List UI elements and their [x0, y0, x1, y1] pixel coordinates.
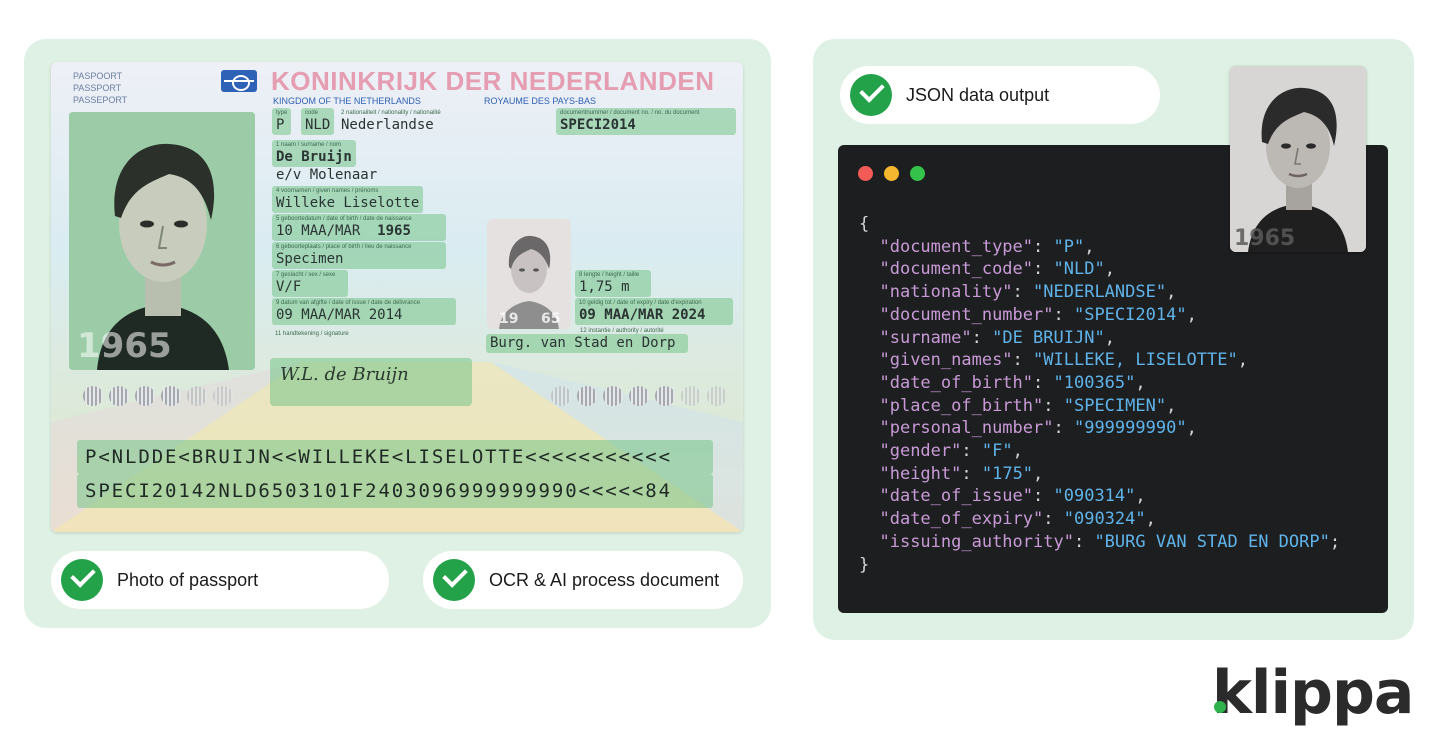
field-document-number: documentnummer / document no. / no. du d… [556, 108, 736, 135]
passport-emblem-icon [221, 70, 257, 92]
json-line: "nationality": "NEDERLANDSE", [879, 282, 1177, 303]
passport-image: PASPOORT PASSPORT PASSEPORT KONINKRIJK D… [51, 62, 743, 532]
field-date-of-issue: 9 datum van afgifte / date of issue / da… [272, 298, 456, 325]
mrz-line-1: P<NLDDE<BRUIJN<<WILLEKE<LISELOTTE<<<<<<<… [77, 440, 713, 474]
json-value: "999999990" [1073, 418, 1187, 439]
json-key: "personal_number" [879, 418, 1054, 439]
window-close-dot-icon [858, 166, 873, 181]
photo-number: 1965 [77, 326, 172, 366]
field-authority: Burg. van Stad en Dorp [486, 334, 688, 353]
json-value: "SPECI2014" [1073, 304, 1187, 325]
field-type: type P [272, 108, 292, 135]
security-dots-right [551, 386, 727, 406]
json-key: "issuing_authority" [879, 531, 1074, 552]
json-line: "given_names": "WILLEKE, LISELOTTE", [879, 350, 1248, 371]
json-key: "surname" [879, 327, 972, 348]
passport-doc-labels: PASPOORT PASSPORT PASSEPORT [73, 71, 128, 105]
json-line: "document_code": "NLD", [879, 259, 1115, 280]
json-value: "175" [981, 463, 1034, 484]
json-line: "date_of_birth": "100365", [879, 372, 1146, 393]
json-key: "document_number" [879, 304, 1054, 325]
json-value: "090324" [1063, 509, 1146, 530]
check-icon [433, 559, 475, 601]
extracted-face-photo: 1965 [1230, 66, 1366, 252]
step-json-output: JSON data output [840, 66, 1160, 124]
json-value: "BURG VAN STAD EN DORP" [1094, 531, 1330, 552]
field-code: code NLD [301, 108, 335, 135]
window-maximize-dot-icon [910, 166, 925, 181]
field-sex: 7 geslacht / sex / sexe V/F [272, 270, 348, 297]
json-line: "place_of_birth": "SPECIMEN", [879, 395, 1177, 416]
window-minimize-dot-icon [884, 166, 899, 181]
json-key: "given_names" [879, 350, 1013, 371]
security-dots-left [83, 386, 233, 406]
field-given-names: 4 voornamen / given names / prénoms Will… [272, 186, 424, 213]
json-line: "issuing_authority": "BURG VAN STAD EN D… [879, 531, 1341, 552]
passport-signature: W.L. de Bruijn [270, 358, 472, 406]
json-value: "090314" [1053, 486, 1136, 507]
json-key: "document_code" [879, 259, 1034, 280]
passport-ghost-photo: 19 65 [487, 219, 571, 329]
passport-country-en: KINGDOM OF THE NETHERLANDS [273, 96, 421, 106]
field-date-of-expiry: 10 geldig tot / date of expiry / date d'… [575, 298, 733, 325]
json-line: "surname": "DE BRUIJN", [879, 327, 1115, 348]
json-value: "F" [981, 441, 1013, 462]
json-key: "height" [879, 463, 962, 484]
field-height: 8 lengte / height / taille 1,75 m [575, 270, 651, 297]
klippa-logo: klippa [1212, 658, 1414, 728]
check-icon [61, 559, 103, 601]
field-place-of-birth: 6 geboorteplaats / place of birth / lieu… [272, 242, 446, 269]
passport-country-fr: ROYAUME DES PAYS-BAS [484, 96, 597, 106]
json-value: "NEDERLANDSE" [1033, 282, 1167, 303]
json-value: "SPECIMEN" [1063, 395, 1167, 416]
json-line: "date_of_issue": "090314", [879, 486, 1146, 507]
json-line: "personal_number": "999999990", [879, 418, 1197, 439]
json-value: "100365" [1053, 372, 1136, 393]
json-value: "WILLEKE, LISELOTTE" [1033, 350, 1238, 371]
json-code-block: { "document_type": "P", "document_code":… [859, 214, 1341, 575]
step-ocr-ai: OCR & AI process document [423, 551, 743, 609]
signature-label: 11 handtekening / signature [275, 331, 349, 337]
json-key: "gender" [879, 441, 962, 462]
json-key: "date_of_birth" [879, 372, 1034, 393]
json-line: "height": "175", [879, 463, 1044, 484]
step-photo-of-passport: Photo of passport [51, 551, 389, 609]
logo-accent-dot [1214, 701, 1226, 713]
field-nationality: 2 nationaliteit / nationality / national… [341, 110, 441, 133]
json-value: "P" [1053, 236, 1085, 257]
json-key: "place_of_birth" [879, 395, 1044, 416]
json-key: "date_of_expiry" [879, 509, 1044, 530]
json-value: "DE BRUIJN" [992, 327, 1105, 348]
mrz-line-2: SPECI20142NLD6503101F2403096999999990<<<… [77, 474, 713, 508]
check-icon [850, 74, 892, 116]
json-key: "date_of_issue" [879, 486, 1034, 507]
field-date-of-birth: 5 geboortedatum / date of birth / date d… [272, 214, 446, 241]
json-key: "nationality" [879, 282, 1013, 303]
json-line: "document_number": "SPECI2014", [879, 304, 1197, 325]
json-key: "document_type" [879, 236, 1034, 257]
json-line: "gender": "F", [879, 441, 1023, 462]
json-line: "date_of_expiry": "090324", [879, 509, 1156, 530]
field-surname: 1 naam / surname / nom De Bruijn [272, 140, 356, 167]
field-surname-extra: e/v Molenaar [276, 167, 378, 183]
passport-holder-photo: 1965 [69, 112, 255, 370]
json-value: "NLD" [1053, 259, 1105, 280]
passport-country-title: KONINKRIJK DER NEDERLANDEN [271, 66, 715, 96]
